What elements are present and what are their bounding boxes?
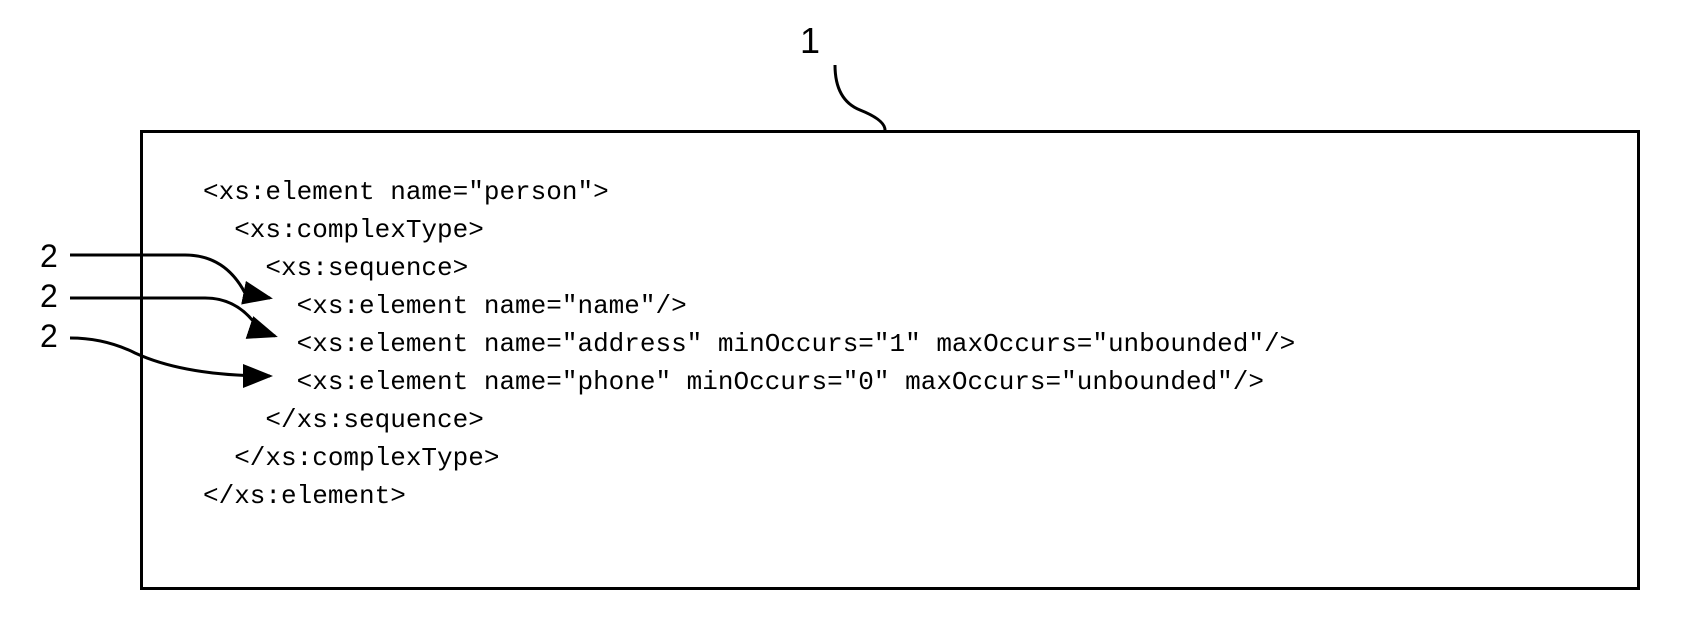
code-line-7: </xs:sequence> [203,401,1617,439]
callout-1-leader-line [830,60,910,135]
code-line-4: <xs:element name="name"/> [203,287,1617,325]
arrow-2c [65,328,285,393]
diagram-container: 1 <xs:element name="person"> <xs:complex… [40,20,1660,620]
code-line-3: <xs:sequence> [203,249,1617,287]
code-line-6: <xs:element name="phone" minOccurs="0" m… [203,363,1617,401]
code-line-1: <xs:element name="person"> [203,173,1617,211]
callout-label-2a: 2 [40,238,58,275]
callout-label-2b: 2 [40,278,58,315]
callout-label-1: 1 [800,20,820,62]
code-line-8: </xs:complexType> [203,439,1617,477]
code-line-5: <xs:element name="address" minOccurs="1"… [203,325,1617,363]
code-line-9: </xs:element> [203,477,1617,515]
code-line-2: <xs:complexType> [203,211,1617,249]
code-box: <xs:element name="person"> <xs:complexTy… [140,130,1640,590]
callout-label-2c: 2 [40,318,58,355]
